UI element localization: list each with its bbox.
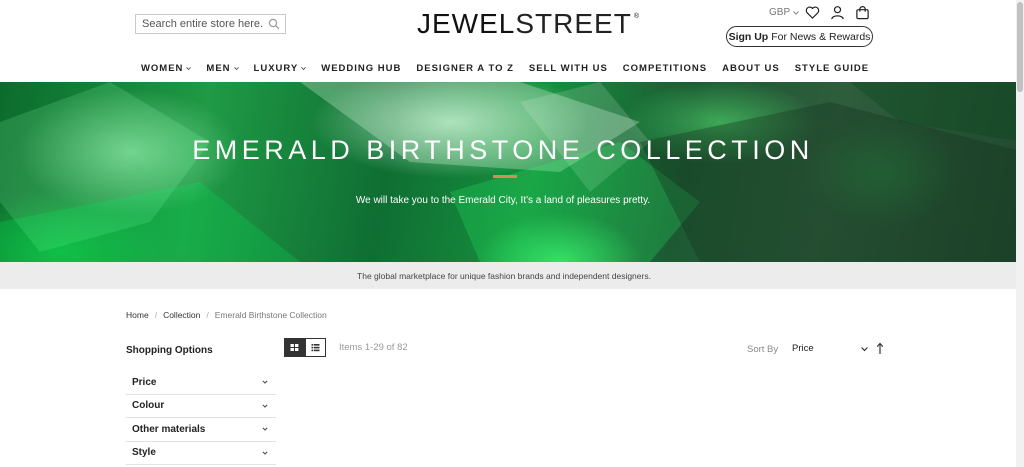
signup-bold-label: Sign Up: [728, 30, 769, 43]
site-logo[interactable]: JEWELSTREET ®: [417, 8, 640, 40]
shopping-options-sidebar: Shopping Options Price Colour Other mate…: [126, 340, 276, 465]
chevron-down-icon: [186, 66, 192, 71]
signup-button[interactable]: Sign Up For News & Rewards: [726, 26, 873, 47]
breadcrumb-separator: /: [206, 310, 209, 320]
nav-item-sell-with-us[interactable]: SELL WITH US: [529, 63, 608, 74]
main-nav: WOMEN MEN LUXURY WEDDING HUB DESIGNER A …: [0, 63, 1010, 74]
emerald-background-image: [0, 82, 1024, 262]
nav-label: LUXURY: [253, 63, 299, 74]
nav-item-women[interactable]: WOMEN: [140, 63, 192, 74]
chevron-down-icon: [233, 66, 239, 71]
nav-label: COMPETITIONS: [622, 63, 708, 74]
breadcrumb-home[interactable]: Home: [126, 310, 149, 320]
nav-label: WEDDING HUB: [321, 63, 402, 74]
registered-mark: ®: [633, 13, 640, 20]
filter-price[interactable]: Price: [126, 371, 276, 395]
scrollbar-thumb[interactable]: [1017, 2, 1023, 92]
nav-item-competitions[interactable]: COMPETITIONS: [623, 63, 707, 74]
list-view-icon: [311, 344, 320, 352]
chevron-down-icon: [793, 10, 799, 15]
chevron-down-icon: [262, 380, 268, 384]
nav-label: SELL WITH US: [528, 63, 608, 74]
logo-part-street: STREET: [515, 8, 632, 39]
sort-by-value: Price: [792, 343, 814, 354]
breadcrumb-current: Emerald Birthstone Collection: [214, 310, 327, 320]
nav-label: STYLE GUIDE: [794, 63, 870, 74]
currency-switcher[interactable]: GBP: [769, 7, 799, 18]
tagline-text: The global marketplace for unique fashio…: [357, 270, 651, 281]
nav-item-designer-a-to-z[interactable]: DESIGNER A TO Z: [416, 63, 514, 74]
logo-part-jewel: JEWEL: [417, 8, 516, 39]
nav-label: ABOUT US: [722, 63, 780, 74]
filter-label: Colour: [132, 400, 165, 412]
nav-label: DESIGNER A TO Z: [416, 63, 514, 74]
items-count: Items 1-29 of 82: [339, 342, 408, 353]
hero-banner: EMERALD BIRTHSTONE COLLECTION We will ta…: [0, 82, 1024, 262]
search-icon[interactable]: [268, 18, 280, 30]
nav-item-about-us[interactable]: ABOUT US: [722, 63, 780, 74]
nav-item-luxury[interactable]: LUXURY: [254, 63, 307, 74]
sort-by-label: Sort By: [747, 344, 779, 355]
filter-label: Price: [132, 376, 157, 388]
sort-direction-arrow-icon[interactable]: [876, 342, 884, 354]
filter-list: Price Colour Other materials Style: [126, 371, 276, 465]
chevron-down-icon: [262, 451, 268, 455]
filter-style[interactable]: Style: [126, 442, 276, 465]
nav-item-men[interactable]: MEN: [206, 63, 239, 74]
filter-label: Other materials: [132, 423, 206, 435]
hero-title: EMERALD BIRTHSTONE COLLECTION: [192, 135, 814, 165]
site-header: JEWELSTREET® GBP Sign UpFor News & Rewar…: [0, 0, 1024, 82]
search-input[interactable]: [136, 18, 264, 30]
filter-label: Style: [132, 447, 156, 459]
breadcrumb-collection[interactable]: Collection: [163, 310, 200, 320]
chevron-down-icon: [301, 66, 307, 71]
list-view-button[interactable]: [305, 338, 326, 357]
hero-subtitle: We will take you to the Emerald City, It…: [355, 195, 651, 206]
breadcrumb-separator: /: [154, 310, 158, 320]
nav-label: MEN: [206, 63, 231, 74]
hero-divider: [493, 175, 517, 178]
breadcrumb: Home / Collection / Emerald Birthstone C…: [126, 310, 327, 320]
nav-item-style-guide[interactable]: STYLE GUIDE: [795, 63, 869, 74]
grid-view-icon: [290, 344, 299, 351]
page-scrollbar[interactable]: [1016, 0, 1024, 467]
chevron-down-icon: [861, 346, 868, 351]
heart-icon[interactable]: [805, 5, 820, 20]
bag-icon[interactable]: [855, 5, 870, 20]
currency-label: GBP: [769, 7, 791, 18]
tagline-bar: The global marketplace for unique fashio…: [0, 262, 1024, 289]
filter-other-materials[interactable]: Other materials: [126, 418, 276, 442]
nav-item-wedding-hub[interactable]: WEDDING HUB: [321, 63, 401, 74]
grid-view-button[interactable]: [284, 338, 305, 357]
nav-label: WOMEN: [140, 63, 184, 74]
chevron-down-icon: [262, 404, 268, 408]
filter-colour[interactable]: Colour: [126, 395, 276, 418]
view-mode-toggle: [284, 338, 326, 357]
search-box[interactable]: [135, 14, 286, 34]
signup-rest-label: For News & Rewards: [771, 30, 871, 43]
user-icon[interactable]: [830, 5, 845, 20]
sidebar-title: Shopping Options: [126, 345, 213, 356]
sort-by-select[interactable]: Price: [792, 343, 868, 354]
chevron-down-icon: [262, 427, 268, 431]
